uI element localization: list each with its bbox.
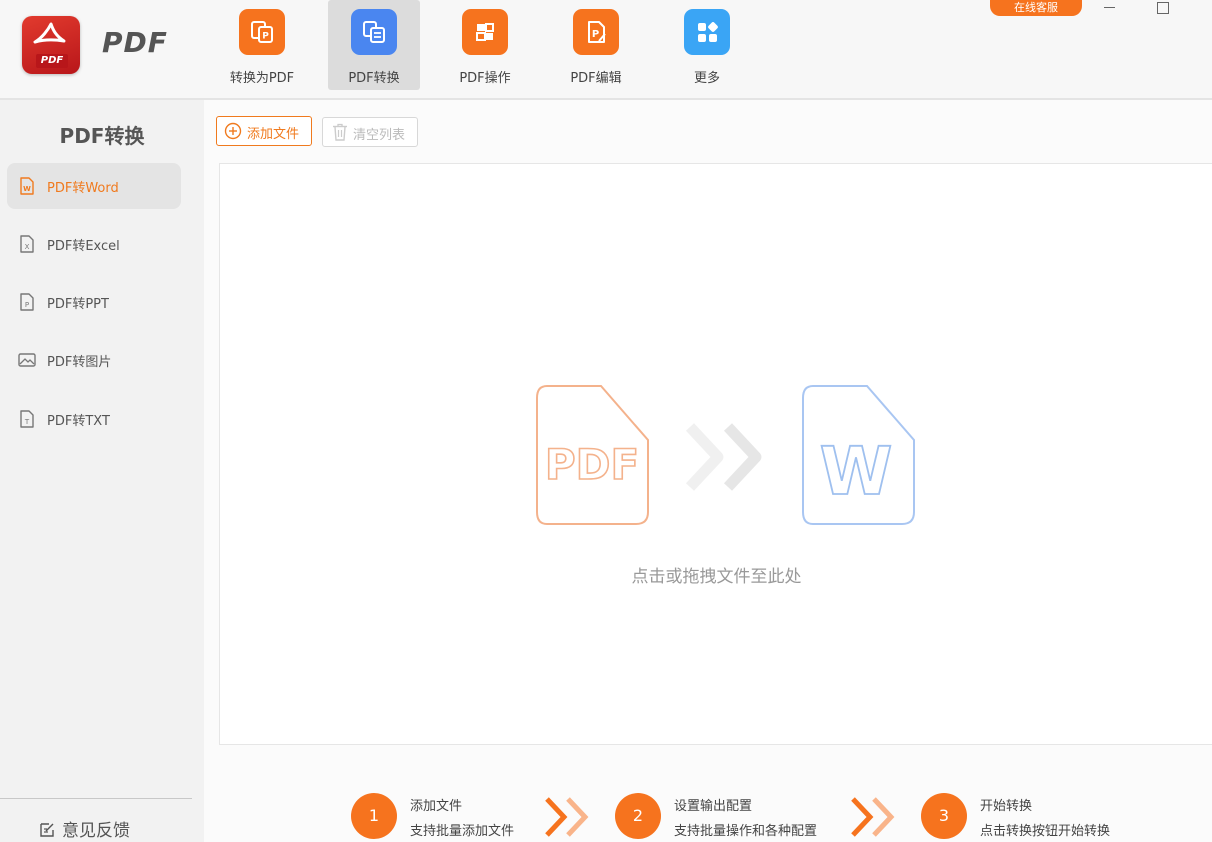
sidebar-item-pdf-to-word[interactable]: W PDF转Word [7,163,181,209]
sidebar-item-pdf-to-excel[interactable]: X PDF转Excel [7,221,181,267]
svg-text:P: P [25,301,29,309]
nav-label: PDF操作 [459,71,511,86]
minimize-icon[interactable] [1102,0,1116,14]
step-3-title: 开始转换 [980,799,1033,814]
step-1-title: 添加文件 [410,799,463,814]
add-file-button[interactable]: 添加文件 [216,116,312,146]
feedback-edit-icon [40,823,54,837]
step-2-desc: 支持批量操作和各种配置 [674,824,818,839]
word-document-icon: W [802,385,915,525]
step-2-badge: 2 [615,793,661,839]
sidebar: PDF转换 W PDF转Word X PDF转Excel P PDF转PPT P… [0,100,204,842]
pdf-edit-icon: P [573,9,619,55]
nav-convert-to-pdf[interactable]: P 转换为PDF [216,0,308,90]
sidebar-item-pdf-to-txt[interactable]: T PDF转TXT [7,396,181,442]
feedback-label: 意见反馈 [62,821,130,841]
svg-text:P: P [592,29,599,40]
step-1-badge: 1 [351,793,397,839]
svg-text:X: X [25,243,30,251]
sidebar-item-label: PDF转Excel [47,239,120,254]
step-3-badge: 3 [921,793,967,839]
add-file-label: 添加文件 [247,127,300,142]
step-2-title: 设置输出配置 [674,799,753,814]
sidebar-item-pdf-to-ppt[interactable]: P PDF转PPT [7,279,181,325]
sidebar-item-label: PDF转TXT [47,414,110,429]
excel-file-icon: X [20,235,34,253]
plus-circle-icon [224,122,242,140]
nav-pdf-edit[interactable]: P PDF编辑 [550,0,642,90]
image-icon [18,353,36,367]
main-content: 添加文件 清空列表 PDF W 点击或拖拽文件至此处 1 添加文件 支持批量添加… [204,100,1212,842]
ppt-file-icon: P [20,293,34,311]
nav-label: PDF编辑 [570,71,622,86]
file-drop-zone[interactable]: PDF W 点击或拖拽文件至此处 [219,163,1212,745]
pdf-operate-icon [462,9,508,55]
acrobat-logo-icon [33,22,66,44]
nav-pdf-convert[interactable]: PDF转换 [328,0,420,90]
maximize-icon[interactable] [1157,2,1169,14]
nav-label: 更多 [693,71,720,86]
sidebar-item-label: PDF转PPT [47,297,109,312]
step-3-desc: 点击转换按钮开始转换 [980,824,1111,839]
word-doc-label: W [820,433,893,510]
step-arrow-icon [545,797,589,837]
pdf-document-icon: PDF [536,385,649,525]
logo-label: PDF [36,54,68,68]
nav-label: PDF转换 [348,71,400,86]
pdf-convert-icon [351,9,397,55]
pdf-doc-label: PDF [545,440,639,489]
more-grid-icon [684,9,730,55]
step-1-desc: 支持批量添加文件 [410,824,515,839]
drop-hint: 点击或拖拽文件至此处 [631,567,802,587]
txt-file-icon: T [20,410,34,428]
svg-text:P: P [262,32,269,42]
online-support-button[interactable]: 在线客服 [990,0,1082,16]
sidebar-item-pdf-to-image[interactable]: PDF转图片 [7,337,181,383]
nav-pdf-operate[interactable]: PDF操作 [439,0,531,90]
top-bar: PDF PDF P 转换为PDF PDF转换 PDF操作 P PDF编辑 更多 … [0,0,1212,100]
sidebar-item-label: PDF转图片 [47,355,112,370]
word-file-icon: W [20,177,34,195]
convert-to-pdf-icon: P [239,9,285,55]
trash-icon [333,123,347,141]
double-chevron-icon [685,423,762,491]
svg-text:W: W [23,185,31,193]
step-arrow-icon [851,797,895,837]
sidebar-item-label: PDF转Word [47,181,119,196]
svg-text:T: T [24,418,30,426]
clear-list-label: 清空列表 [353,128,406,143]
sidebar-divider [0,798,192,799]
feedback-button[interactable]: 意见反馈 [38,816,130,841]
nav-more[interactable]: 更多 [661,0,753,90]
clear-list-button[interactable]: 清空列表 [322,117,418,147]
sidebar-title: PDF转换 [59,124,145,148]
app-title: PDF [102,26,168,59]
app-logo: PDF [22,16,80,74]
nav-label: 转换为PDF [229,71,295,86]
